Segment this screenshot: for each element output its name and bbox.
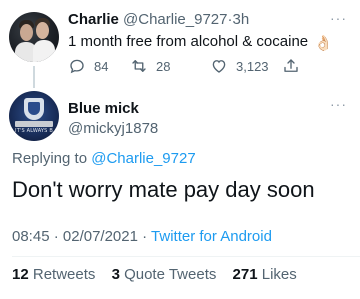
reply-button[interactable]: 84: [68, 55, 108, 77]
retweets-stat[interactable]: 12 Retweets: [12, 266, 95, 283]
thread-connector-line: [33, 66, 35, 88]
avatar-charlie[interactable]: [9, 12, 59, 62]
tweet2-metadata: 08:45 · 02/07/2021 · Twitter for Android: [12, 228, 272, 245]
avatar-banner-text: IT'S ALWAYS B: [15, 128, 53, 134]
tweet1-display-name[interactable]: Charlie: [68, 11, 119, 28]
replying-to-handle-link[interactable]: @Charlie_9727: [91, 150, 195, 167]
tweet2-date[interactable]: 02/07/2021: [63, 228, 138, 245]
avatar-blue-mick[interactable]: IT'S ALWAYS B: [9, 91, 59, 141]
quote-tweets-stat-label: Quote Tweets: [124, 266, 217, 283]
avatar-photo-detail: [33, 40, 55, 62]
tweet2-engagement-stats: 12 Retweets 3 Quote Tweets 271 Likes: [12, 266, 297, 283]
likes-stat-label: Likes: [261, 266, 297, 283]
reply-icon: [70, 59, 84, 74]
share-button[interactable]: [282, 55, 308, 77]
tweet1-handle[interactable]: @Charlie_9727: [123, 11, 227, 28]
crest-inner-detail: [28, 102, 40, 115]
avatar-photo-detail: [20, 24, 33, 41]
tweet2-handle[interactable]: @mickyj1878: [68, 120, 158, 137]
meta-separator: ·: [142, 228, 148, 245]
replying-prefix: Replying to: [12, 150, 88, 167]
heart-icon: [212, 60, 226, 73]
tweet2-text: Don't worry mate pay day soon: [12, 177, 315, 202]
tweet1-more-options-icon[interactable]: ···: [330, 10, 347, 26]
tweet2-time[interactable]: 08:45: [12, 228, 50, 245]
reply-count: 84: [94, 58, 109, 74]
tweet1-text: 1 month free from alcohol & cocaine: [68, 33, 309, 50]
likes-stat[interactable]: 271 Likes: [233, 266, 297, 283]
tweet2-more-options-icon[interactable]: ···: [330, 96, 347, 112]
likes-stat-count: 271: [232, 266, 258, 283]
quote-tweets-stat[interactable]: 3 Quote Tweets: [112, 266, 217, 283]
tweet1-header: Charlie @Charlie_9727·3h: [68, 11, 249, 28]
retweet-count: 28: [156, 58, 171, 74]
avatar-banner: [15, 121, 53, 127]
meta-separator: ·: [53, 228, 59, 245]
share-icon: [284, 59, 298, 72]
ok-hand-emoji: 👌🏻: [314, 35, 333, 52]
tweet2-display-name[interactable]: Blue mick: [68, 100, 139, 117]
retweet-button[interactable]: 28: [130, 55, 170, 77]
retweets-stat-count: 12: [12, 266, 29, 283]
replying-to: Replying to @Charlie_9727: [12, 150, 196, 167]
retweets-stat-label: Retweets: [32, 266, 96, 283]
like-count: 3,123: [236, 58, 269, 74]
tweet2-client-link[interactable]: Twitter for Android: [151, 228, 272, 245]
tweet1-text-line: 1 month free from alcohol & cocaine 👌🏻: [68, 33, 333, 52]
avatar-photo-detail: [36, 22, 49, 39]
retweet-icon: [132, 60, 146, 72]
divider: [12, 256, 360, 257]
like-button[interactable]: 3,123: [210, 55, 269, 77]
tweet1-action-bar: 84 28 3,123: [68, 55, 338, 77]
quote-tweets-stat-count: 3: [111, 266, 120, 283]
tweet1-time[interactable]: 3h: [233, 11, 250, 28]
